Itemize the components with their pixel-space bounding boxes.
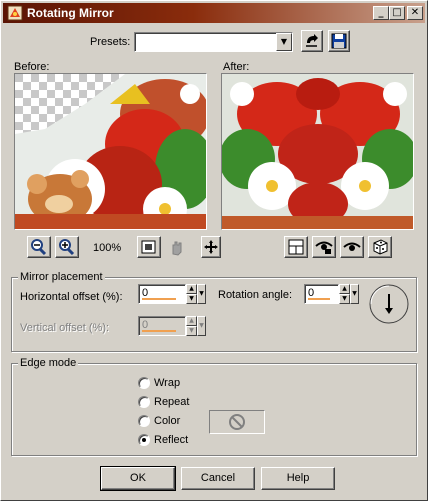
spin-up-icon[interactable]: ▲ <box>339 284 350 294</box>
repeat-label[interactable]: Repeat <box>154 396 189 408</box>
spin-down-icon[interactable]: ▼ <box>186 294 197 304</box>
vertical-offset-dropdown: ▼ <box>197 316 206 336</box>
rotation-angle-label: Rotation angle: <box>218 289 292 301</box>
rotation-angle-dropdown[interactable]: ▼ <box>350 284 359 304</box>
ok-button[interactable]: OK <box>100 466 176 491</box>
refresh-arrow-icon <box>306 34 318 47</box>
zoom-out-icon <box>31 239 47 256</box>
before-label: Before: <box>14 61 50 73</box>
horizontal-offset-spinner[interactable]: 0 ▲ ▼ ▼ <box>138 284 208 304</box>
edge-mode-title: Edge mode <box>18 357 79 369</box>
vertical-offset-input: 0 <box>138 316 186 336</box>
reflect-radio[interactable] <box>138 434 150 446</box>
mirror-placement-title: Mirror placement <box>18 271 105 283</box>
rotating-mirror-dialog: Rotating Mirror _ □ ✕ Presets: ▼ Before:… <box>0 0 428 501</box>
move-button[interactable] <box>201 236 221 258</box>
save-preset-button[interactable] <box>328 30 350 52</box>
presets-dropdown[interactable]: ▼ <box>134 32 293 52</box>
app-icon <box>7 5 23 21</box>
angle-dial-icon <box>369 284 409 324</box>
window-title: Rotating Mirror <box>27 6 114 20</box>
spin-up-icon[interactable]: ▲ <box>186 284 197 294</box>
horizontal-offset-dropdown[interactable]: ▼ <box>197 284 206 304</box>
after-label: After: <box>223 61 250 73</box>
presets-label: Presets: <box>90 36 131 48</box>
horizontal-offset-label: Horizontal offset (%): <box>20 291 123 303</box>
zoom-fit-icon <box>141 240 156 254</box>
reflect-label[interactable]: Reflect <box>154 434 188 446</box>
edge-color-swatch[interactable] <box>209 410 265 434</box>
camera-eye-icon <box>315 241 333 254</box>
auto-proof-button[interactable] <box>340 236 364 258</box>
color-radio[interactable] <box>138 415 150 427</box>
zoom-in-icon <box>59 239 75 256</box>
preview-window-icon <box>288 239 304 255</box>
zoom-out-button[interactable] <box>27 236 51 258</box>
help-button[interactable]: Help <box>261 467 335 490</box>
hand-icon <box>172 241 182 256</box>
rotation-angle-arrows[interactable]: ▲ ▼ <box>339 284 350 304</box>
after-preview-image <box>222 74 413 229</box>
vertical-offset-arrows: ▲ ▼ <box>186 316 197 336</box>
horizontal-offset-input[interactable]: 0 <box>138 284 186 304</box>
randomize-button[interactable] <box>368 236 392 258</box>
horizontal-offset-arrows[interactable]: ▲ ▼ <box>186 284 197 304</box>
spin-down-icon[interactable]: ▼ <box>339 294 350 304</box>
chevron-down-icon[interactable]: ▼ <box>276 33 292 51</box>
repeat-radio[interactable] <box>138 396 150 408</box>
vertical-offset-slider <box>142 330 176 332</box>
before-preview-image <box>15 74 206 229</box>
floppy-disk-icon <box>331 33 347 49</box>
pan-button[interactable] <box>165 236 189 258</box>
color-label[interactable]: Color <box>154 415 180 427</box>
after-preview[interactable] <box>221 73 414 230</box>
vertical-offset-spinner: 0 ▲ ▼ ▼ <box>138 316 208 336</box>
zoom-in-button[interactable] <box>55 236 79 258</box>
proof-button[interactable] <box>312 236 336 258</box>
spin-down-icon: ▼ <box>186 326 197 336</box>
zoom-level: 100% <box>93 242 122 254</box>
rotation-angle-slider[interactable] <box>308 298 330 300</box>
preview-window-button[interactable] <box>284 236 308 258</box>
move-cross-icon <box>204 240 218 254</box>
dice-randomize-icon <box>373 239 388 255</box>
wrap-label[interactable]: Wrap <box>154 377 180 389</box>
horizontal-offset-slider[interactable] <box>142 298 176 300</box>
load-preset-button[interactable] <box>301 30 323 52</box>
vertical-offset-label: Vertical offset (%): <box>20 322 110 334</box>
eye-icon <box>343 242 361 251</box>
no-color-icon <box>229 414 245 430</box>
maximize-button[interactable]: □ <box>389 6 405 20</box>
angle-dial[interactable] <box>368 283 410 325</box>
rotation-angle-input[interactable]: 0 <box>304 284 339 304</box>
before-preview[interactable] <box>14 73 207 230</box>
zoom-fit-button[interactable] <box>137 236 161 258</box>
minimize-button[interactable]: _ <box>373 6 389 20</box>
wrap-radio[interactable] <box>138 377 150 389</box>
rotation-angle-spinner[interactable]: 0 ▲ ▼ ▼ <box>304 284 360 304</box>
title-bar[interactable]: Rotating Mirror _ □ ✕ <box>3 3 425 23</box>
cancel-button[interactable]: Cancel <box>181 467 255 490</box>
close-button[interactable]: ✕ <box>407 6 423 20</box>
spin-up-icon: ▲ <box>186 316 197 326</box>
